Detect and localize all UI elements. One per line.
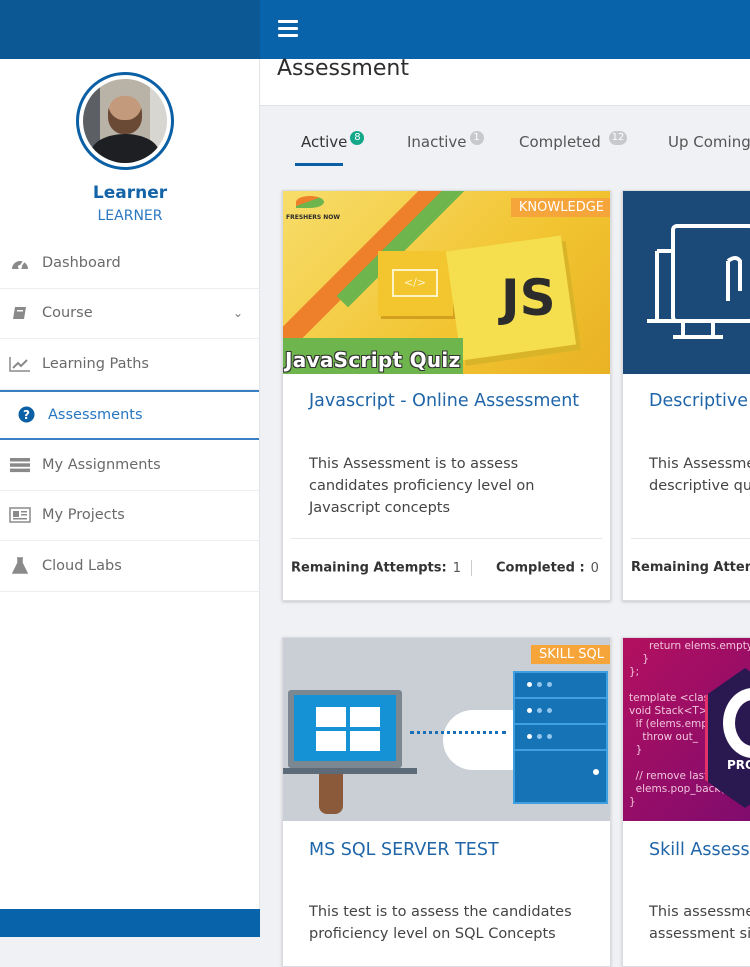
tab-count-badge: 12	[608, 131, 628, 145]
user-name: Learner	[92, 183, 168, 203]
sidebar-item-dashboard[interactable]: Dashboard	[0, 238, 259, 289]
category-tag: KNOWLEDGE	[510, 198, 610, 217]
assessment-card[interactable]: Descriptive This Assessme descriptive qu …	[622, 190, 750, 601]
card-image: FRESHERS NOW </> JS JavaScript Quiz KNOW…	[283, 191, 610, 374]
sidebar-item-label: Course	[42, 305, 93, 322]
tab-label: Completed	[519, 133, 601, 151]
card-image: return elems.empty } }; template <clas v…	[623, 638, 750, 821]
sidebar-item-course[interactable]: Course ⌄	[0, 289, 259, 339]
card-footer: Remaining Attemp	[631, 560, 750, 575]
line-chart-icon	[8, 355, 32, 373]
brand-bar	[0, 0, 260, 59]
question-circle-icon: ?	[14, 406, 38, 424]
dashboard-gauge-icon	[8, 254, 32, 272]
cpp-badge: PRO	[727, 758, 750, 772]
active-tab-indicator	[295, 163, 343, 166]
tab-inactive[interactable]: Inactive 1	[407, 131, 484, 152]
card-description: This Assessme descriptive qu	[649, 456, 750, 494]
card-image: SKILL SQL	[283, 638, 610, 821]
hamburger-icon[interactable]	[278, 20, 298, 37]
assessment-card[interactable]: SKILL SQL MS SQL SERVER TEST This test i…	[282, 637, 611, 967]
card-image	[623, 191, 750, 374]
assessment-tabs: Active 8 Inactive 1 Completed 12 Up Coming	[260, 106, 750, 168]
server-illustration	[513, 671, 608, 804]
user-role: LEARNER	[97, 208, 163, 224]
avatar-photo	[83, 79, 167, 163]
category-tag: SKILL SQL	[531, 645, 610, 664]
brand-logo: FRESHERS NOW	[286, 196, 340, 221]
top-navbar	[260, 0, 750, 59]
card-footer: Remaining Attempts: 1 Completed : 0	[291, 560, 599, 576]
sidebar-item-my-projects[interactable]: My Projects	[0, 491, 259, 541]
card-description: This Assessment is to assess candidates …	[309, 456, 535, 516]
card-title[interactable]: MS SQL SERVER TEST	[309, 840, 499, 860]
tab-label: Active	[301, 133, 348, 151]
avatar[interactable]	[76, 72, 174, 170]
list-stack-icon	[8, 456, 32, 474]
remaining-attempts-value: 1	[452, 560, 461, 576]
sidebar-item-label: Dashboard	[42, 254, 121, 271]
sidebar-item-my-assignments[interactable]: My Assignments	[0, 440, 259, 491]
tab-active[interactable]: Active 8	[301, 131, 365, 152]
completed-label: Completed :	[496, 560, 585, 576]
card-description: This test is to assess the candidates pr…	[309, 904, 572, 942]
card-title[interactable]: Javascript - Online Assessment	[309, 391, 579, 411]
assessment-card[interactable]: FRESHERS NOW </> JS JavaScript Quiz KNOW…	[282, 190, 611, 601]
monitor-touch-icon	[647, 224, 750, 339]
divider	[291, 538, 602, 539]
sidebar-item-label: Cloud Labs	[42, 557, 122, 574]
tab-up-coming[interactable]: Up Coming	[668, 133, 750, 151]
sidebar-nav: Dashboard Course ⌄ Learning Paths ? Asse…	[0, 238, 259, 592]
assessment-card[interactable]: return elems.empty } }; template <clas v…	[622, 637, 750, 967]
js-logo: JS	[501, 269, 556, 327]
chevron-down-icon[interactable]: ⌄	[233, 306, 243, 320]
card-title[interactable]: Skill Assessm	[649, 840, 750, 860]
tab-label: Inactive	[407, 133, 467, 151]
page-title: Assessment	[277, 56, 409, 81]
remaining-attempts-label: Remaining Attempts:	[291, 560, 447, 576]
tab-count-badge: 8	[350, 131, 365, 145]
divider	[631, 538, 750, 539]
code-icon: </>	[392, 269, 438, 297]
image-caption: JavaScript Quiz	[285, 348, 461, 372]
flask-icon	[8, 557, 32, 575]
sidebar-item-cloud-labs[interactable]: Cloud Labs	[0, 541, 259, 592]
tab-count-badge: 1	[469, 131, 484, 145]
sidebar-item-assessments[interactable]: ? Assessments	[0, 389, 259, 440]
page-header: Assessment	[260, 56, 750, 106]
sidebar-item-learning-paths[interactable]: Learning Paths	[0, 339, 259, 390]
sidebar-item-label: Learning Paths	[42, 355, 149, 372]
sidebar: Learner LEARNER Dashboard Course ⌄ Learn…	[0, 59, 260, 909]
sidebar-item-label: Assessments	[48, 406, 143, 423]
sidebar-footer	[0, 909, 260, 937]
svg-text:?: ?	[23, 408, 30, 422]
newspaper-icon	[8, 506, 32, 524]
laptop-illustration	[288, 690, 402, 768]
tab-completed[interactable]: Completed 12	[519, 131, 628, 152]
book-icon	[8, 304, 32, 322]
completed-value: 0	[590, 560, 599, 576]
card-description: This assessme assessment si	[649, 904, 750, 942]
tab-label: Up Coming	[668, 133, 750, 151]
card-title[interactable]: Descriptive	[649, 391, 748, 411]
sidebar-item-label: My Projects	[42, 507, 125, 524]
remaining-attempts-label: Remaining Attemp	[631, 560, 750, 575]
sidebar-item-label: My Assignments	[42, 456, 161, 473]
